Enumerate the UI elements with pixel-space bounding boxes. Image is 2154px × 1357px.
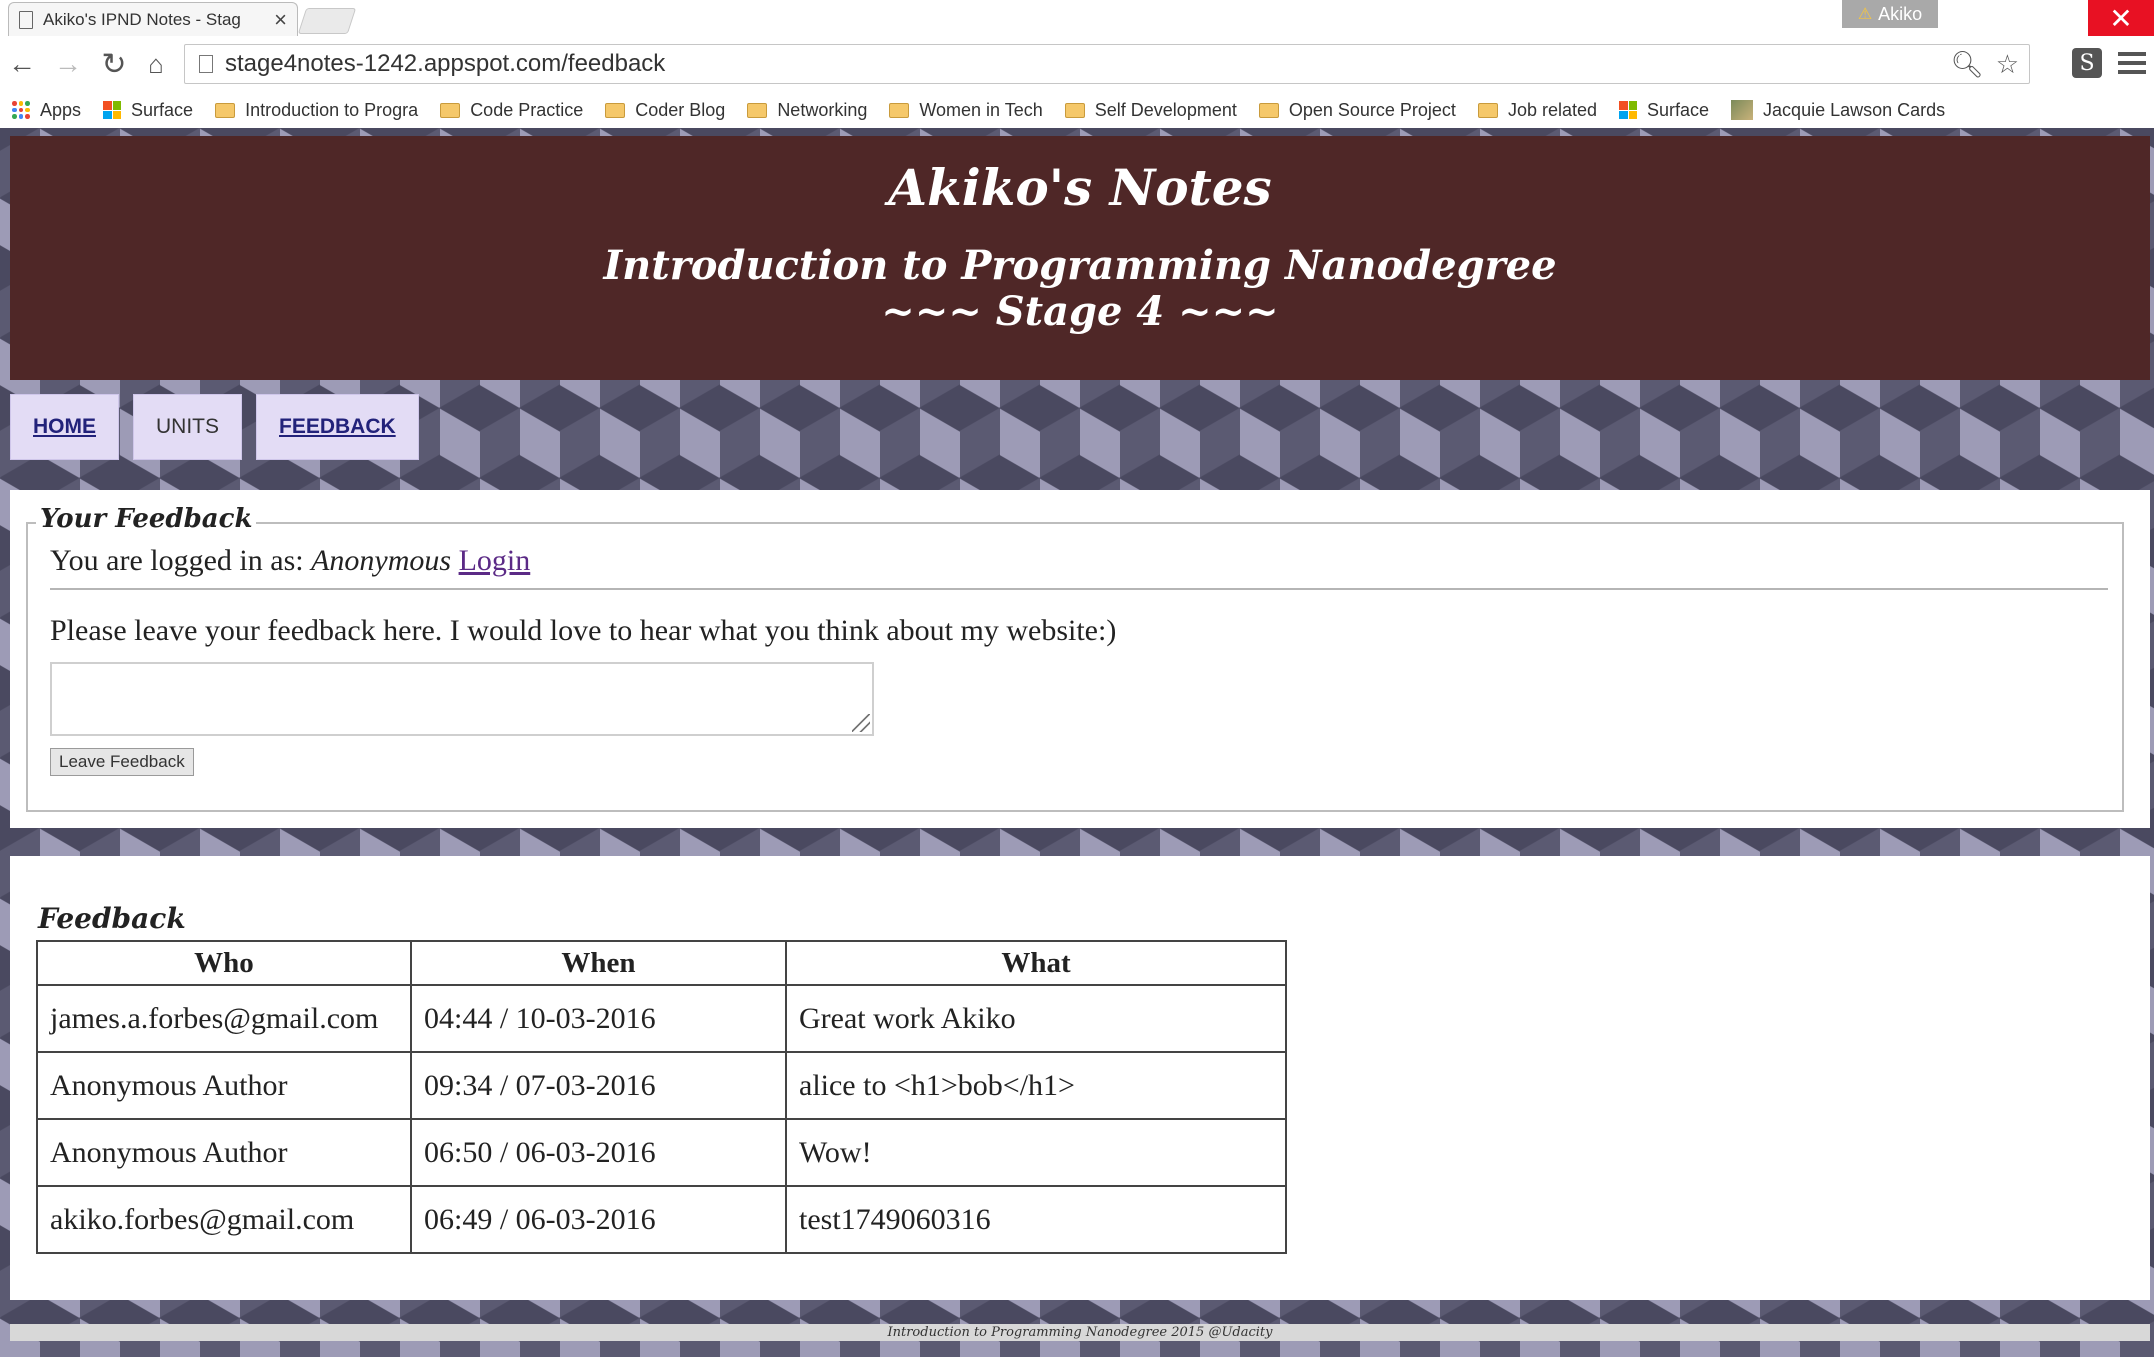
column-header-what: What bbox=[785, 940, 1287, 986]
folder-icon bbox=[215, 102, 236, 118]
feedback-list-panel: Feedback Who When What james.a.forbes@gm… bbox=[10, 856, 2150, 1300]
tab-close-icon[interactable]: × bbox=[274, 7, 287, 33]
resize-grip-icon[interactable] bbox=[852, 714, 870, 732]
folder-icon bbox=[605, 102, 626, 118]
page-content: Akiko's Notes Introduction to Programmin… bbox=[0, 128, 2154, 1357]
feedback-form-panel: Your Feedback You are logged in as: Anon… bbox=[10, 490, 2150, 828]
microsoft-logo-icon bbox=[1619, 101, 1637, 119]
nav-home-link[interactable]: HOME bbox=[10, 394, 119, 460]
profile-badge[interactable]: ⚠ Akiko bbox=[1842, 0, 1938, 28]
folder-icon bbox=[1477, 102, 1498, 118]
browser-tab[interactable]: Akiko's IPND Notes - Stag × bbox=[8, 2, 298, 36]
folder-icon bbox=[1064, 102, 1085, 118]
cell-who: Anonymous Author bbox=[36, 1051, 412, 1120]
current-user: Anonymous bbox=[311, 544, 452, 577]
nav-feedback-link[interactable]: FEEDBACK bbox=[256, 394, 419, 460]
table-row: Anonymous Author 09:34 / 07-03-2016 alic… bbox=[36, 1051, 1287, 1120]
apps-grid-icon bbox=[12, 101, 30, 119]
cell-what: test1749060316 bbox=[785, 1185, 1287, 1254]
bookmark-folder[interactable]: Open Source Project bbox=[1258, 100, 1456, 121]
reload-icon[interactable]: ↻ bbox=[94, 44, 134, 84]
address-bar[interactable]: stage4notes-1242.appspot.com/feedback 🔍︎… bbox=[184, 44, 2030, 84]
cell-what: Great work Akiko bbox=[785, 984, 1287, 1053]
main-nav: HOME UNITS FEEDBACK bbox=[10, 394, 419, 460]
profile-name: Akiko bbox=[1878, 3, 1923, 24]
bookmark-folder[interactable]: Code Practice bbox=[440, 100, 583, 121]
login-link[interactable]: Login bbox=[459, 544, 531, 577]
bookmark-folder[interactable]: Women in Tech bbox=[889, 100, 1043, 121]
cell-who: akiko.forbes@gmail.com bbox=[36, 1185, 412, 1254]
page-icon bbox=[199, 55, 213, 73]
feedback-prompt: Please leave your feedback here. I would… bbox=[50, 614, 1117, 647]
warning-icon: ⚠ bbox=[1857, 6, 1873, 23]
bookmark-star-icon[interactable]: ☆ bbox=[1996, 49, 2019, 80]
menu-icon[interactable] bbox=[2118, 46, 2146, 80]
folder-icon bbox=[747, 102, 768, 118]
login-status: You are logged in as: Anonymous Login bbox=[50, 544, 530, 578]
cell-when: 04:44 / 10-03-2016 bbox=[410, 984, 787, 1053]
window-close-button[interactable]: ✕ bbox=[2088, 0, 2154, 36]
feedback-table: Who When What james.a.forbes@gmail.com 0… bbox=[36, 940, 1287, 1254]
feedback-list-title: Feedback bbox=[38, 902, 186, 935]
divider bbox=[50, 588, 2108, 590]
tab-title: Akiko's IPND Notes - Stag bbox=[43, 9, 241, 29]
url-text[interactable]: stage4notes-1242.appspot.com/feedback bbox=[225, 50, 1951, 78]
home-icon[interactable]: ⌂ bbox=[136, 44, 176, 84]
table-row: james.a.forbes@gmail.com 04:44 / 10-03-2… bbox=[36, 984, 1287, 1053]
tab-strip: Akiko's IPND Notes - Stag × ⚠ Akiko ✕ bbox=[0, 0, 2154, 37]
login-status-prefix: You are logged in as: bbox=[50, 544, 312, 577]
bookmark-apps[interactable]: Apps bbox=[12, 100, 81, 121]
folder-icon bbox=[440, 102, 461, 118]
bookmark-folder[interactable]: Networking bbox=[747, 100, 867, 121]
cell-when: 06:49 / 06-03-2016 bbox=[410, 1185, 787, 1254]
column-header-who: Who bbox=[36, 940, 412, 986]
picture-icon bbox=[1731, 100, 1754, 120]
bookmark-folder[interactable]: Self Development bbox=[1064, 100, 1237, 121]
bookmark-surface[interactable]: Surface bbox=[1619, 100, 1709, 121]
folder-icon bbox=[1258, 102, 1279, 118]
bookmark-folder[interactable]: Introduction to Progra bbox=[215, 100, 418, 121]
new-tab-button[interactable] bbox=[297, 8, 357, 34]
site-stage: ~~~ Stage 4 ~~~ bbox=[881, 288, 1279, 335]
feedback-legend: Your Feedback bbox=[36, 504, 257, 534]
site-footer: Introduction to Programming Nanodegree 2… bbox=[10, 1324, 2150, 1341]
cell-what: alice to <h1>bob</h1> bbox=[785, 1051, 1287, 1120]
bookmark-jacquie-lawson[interactable]: Jacquie Lawson Cards bbox=[1731, 100, 1945, 121]
table-header-row: Who When What bbox=[36, 940, 1287, 986]
folder-icon bbox=[889, 102, 910, 118]
bookmark-folder[interactable]: Job related bbox=[1477, 100, 1597, 121]
site-header: Akiko's Notes Introduction to Programmin… bbox=[10, 136, 2150, 380]
zoom-search-icon[interactable]: 🔍︎ bbox=[1951, 49, 1984, 80]
page-icon bbox=[19, 10, 33, 29]
forward-icon[interactable]: → bbox=[48, 44, 88, 84]
nav-units[interactable]: UNITS bbox=[133, 394, 242, 460]
feedback-textarea[interactable] bbox=[50, 662, 874, 736]
leave-feedback-button[interactable]: Leave Feedback bbox=[50, 748, 194, 776]
table-row: Anonymous Author 06:50 / 06-03-2016 Wow! bbox=[36, 1118, 1287, 1187]
cell-when: 06:50 / 06-03-2016 bbox=[410, 1118, 787, 1187]
extension-icon[interactable]: S bbox=[2072, 48, 2102, 78]
bookmark-folder[interactable]: Coder Blog bbox=[605, 100, 725, 121]
site-title: Akiko's Notes bbox=[888, 158, 1272, 217]
microsoft-logo-icon bbox=[103, 101, 122, 119]
cell-what: Wow! bbox=[785, 1118, 1287, 1187]
site-subtitle: Introduction to Programming Nanodegree bbox=[603, 242, 1557, 289]
column-header-when: When bbox=[410, 940, 787, 986]
cell-when: 09:34 / 07-03-2016 bbox=[410, 1051, 787, 1120]
back-icon[interactable]: ← bbox=[2, 44, 42, 84]
cell-who: james.a.forbes@gmail.com bbox=[36, 984, 412, 1053]
bookmark-surface[interactable]: Surface bbox=[103, 100, 193, 121]
bookmarks-bar: Apps Surface Introduction to Progra Code… bbox=[0, 92, 2154, 128]
browser-toolbar: ← → ↻ ⌂ stage4notes-1242.appspot.com/fee… bbox=[0, 36, 2154, 92]
table-row: akiko.forbes@gmail.com 06:49 / 06-03-201… bbox=[36, 1185, 1287, 1254]
cell-who: Anonymous Author bbox=[36, 1118, 412, 1187]
